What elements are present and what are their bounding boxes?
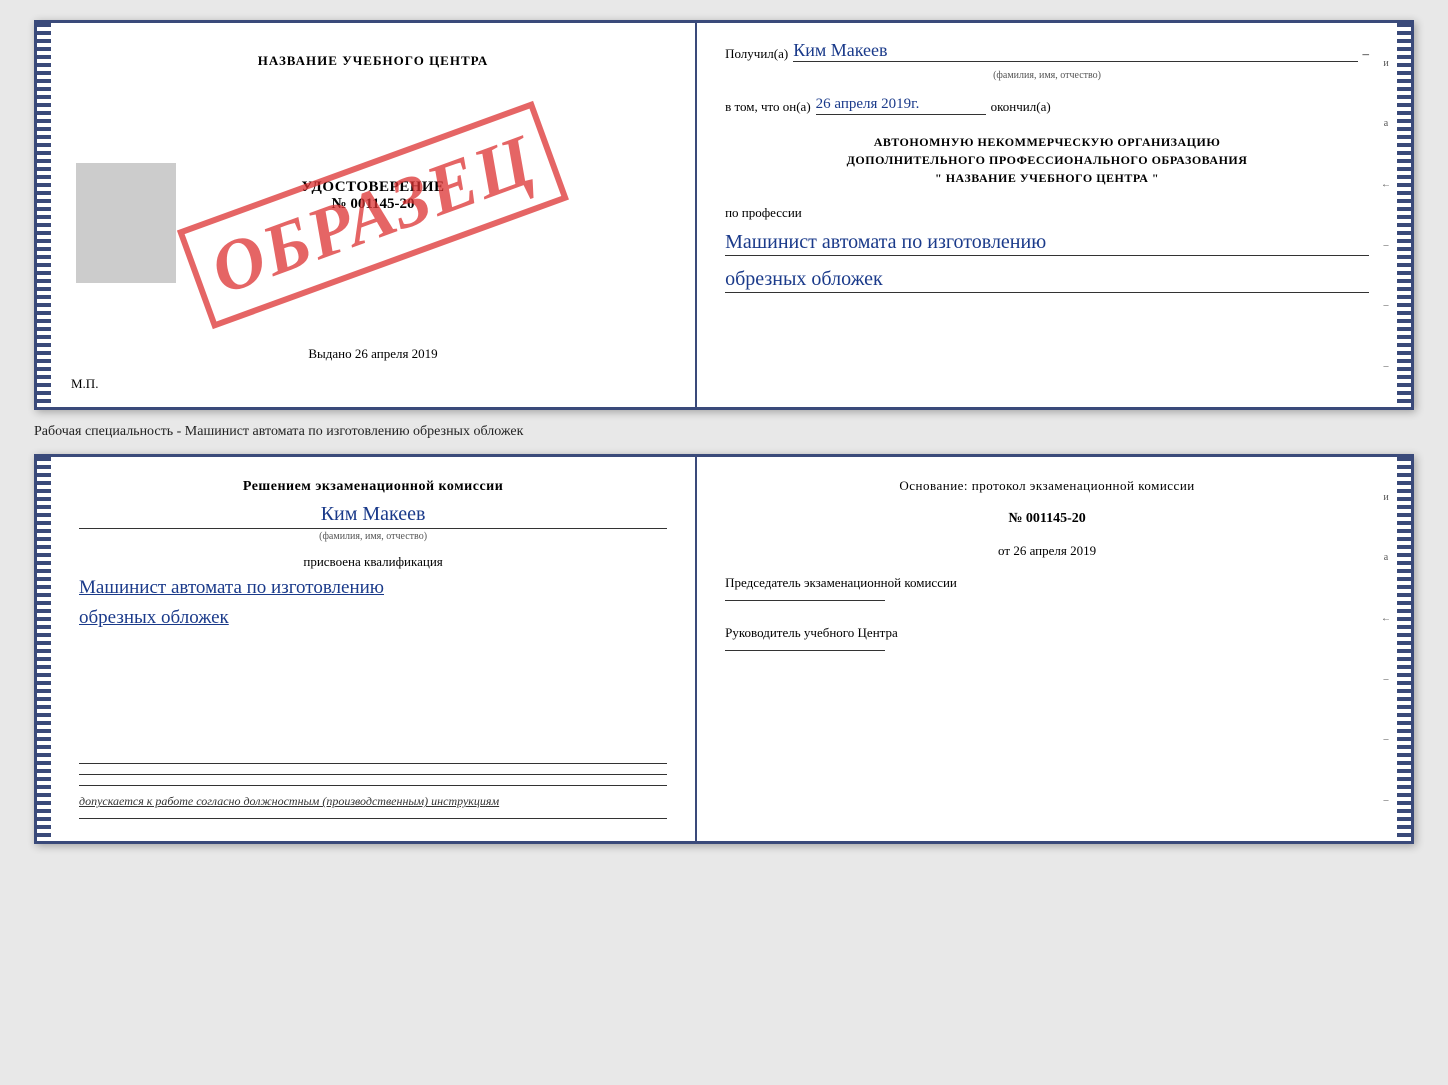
org-line2: ДОПОЛНИТЕЛЬНОГО ПРОФЕССИОНАЛЬНОГО ОБРАЗО… xyxy=(725,151,1369,169)
br-edge-6: – xyxy=(1384,795,1389,806)
dash1: – xyxy=(1363,46,1370,62)
bl-dopusk: допускается к работе согласно должностны… xyxy=(79,794,667,810)
bl-name: Ким Макеев xyxy=(79,503,667,526)
photo-placeholder xyxy=(76,163,176,283)
edge-char-6: – xyxy=(1384,361,1389,372)
br-basis: Основание: протокол экзаменационной коми… xyxy=(725,477,1369,495)
line2 xyxy=(79,774,667,775)
po-professii-label: по профессии xyxy=(725,205,1369,221)
cert-left-panel: НАЗВАНИЕ УЧЕБНОГО ЦЕНТРА УДОСТОВЕРЕНИЕ №… xyxy=(51,23,697,407)
cert-right-panel: Получил(а) Ким Макеев – (фамилия, имя, о… xyxy=(697,23,1397,407)
bottom-right-panel: Основание: протокол экзаменационной коми… xyxy=(697,457,1397,841)
vudano-label: Выдано xyxy=(308,346,351,361)
top-certificate: НАЗВАНИЕ УЧЕБНОГО ЦЕНТРА УДОСТОВЕРЕНИЕ №… xyxy=(34,20,1414,410)
ot-date: 26 апреля 2019 xyxy=(1013,543,1096,558)
line1 xyxy=(79,763,667,764)
ot-label: от xyxy=(998,543,1010,558)
vudano-date: 26 апреля 2019 xyxy=(355,346,438,361)
cert-vudano: Выдано 26 апреля 2019 xyxy=(308,346,437,362)
bottom-right-border-pattern xyxy=(1397,457,1411,841)
right-border-pattern xyxy=(1397,23,1411,407)
bottom-right-edge: и а ← – – – xyxy=(1375,457,1397,841)
bottom-left-border xyxy=(37,457,51,841)
org-line1: АВТОНОМНУЮ НЕКОММЕРЧЕСКУЮ ОРГАНИЗАЦИЮ xyxy=(725,133,1369,151)
predsedatel-label: Председатель экзаменационной комиссии xyxy=(725,575,1369,592)
bl-qualification1: Машинист автомата по изготовлению xyxy=(79,576,667,601)
cert-school-title: НАЗВАНИЕ УЧЕБНОГО ЦЕНТРА xyxy=(258,53,489,69)
bl-small-lines: допускается к работе согласно должностны… xyxy=(79,761,667,821)
profession-value1: Машинист автомата по изготовлению xyxy=(725,229,1369,256)
middle-specialty-text: Рабочая специальность - Машинист автомат… xyxy=(34,420,1414,444)
okoncil-label: окончил(а) xyxy=(991,99,1051,115)
br-edge-2: а xyxy=(1384,552,1388,563)
vtom-row: в том, что он(а) 26 апреля 2019г. окончи… xyxy=(725,97,1369,115)
edge-char-3: ← xyxy=(1381,179,1391,190)
cert-udostoverenie-label: УДОСТОВЕРЕНИЕ xyxy=(302,179,445,196)
document-container: НАЗВАНИЕ УЧЕБНОГО ЦЕНТРА УДОСТОВЕРЕНИЕ №… xyxy=(34,20,1414,844)
vtom-label: в том, что он(а) xyxy=(725,99,811,115)
bl-title: Решением экзаменационной комиссии xyxy=(79,477,667,497)
bl-name-sub: (фамилия, имя, отчество) xyxy=(79,528,667,542)
edge-char-2: а xyxy=(1384,118,1388,129)
edge-char-4: – xyxy=(1384,240,1389,251)
rukovoditel-sig-line xyxy=(725,650,885,651)
right-edge: и а ← – – – xyxy=(1375,23,1397,407)
cert-number: № 001145-20 xyxy=(332,196,415,213)
br-date: от 26 апреля 2019 xyxy=(725,543,1369,559)
vtom-date: 26 апреля 2019г. xyxy=(816,97,986,115)
cert-mp: М.П. xyxy=(71,376,98,392)
org-line3: " НАЗВАНИЕ УЧЕБНОГО ЦЕНТРА " xyxy=(725,169,1369,187)
left-border-pattern xyxy=(37,23,51,407)
profession-value2: обрезных обложек xyxy=(725,266,1369,293)
bottom-left-panel: Решением экзаменационной комиссии Ким Ма… xyxy=(51,457,697,841)
bottom-certificate: Решением экзаменационной комиссии Ким Ма… xyxy=(34,454,1414,844)
poluchil-value: Ким Макеев xyxy=(793,41,1357,62)
edge-char-1: и xyxy=(1383,58,1388,69)
org-block: АВТОНОМНУЮ НЕКОММЕРЧЕСКУЮ ОРГАНИЗАЦИЮ ДО… xyxy=(725,133,1369,187)
br-edge-5: – xyxy=(1384,734,1389,745)
predsedatel-sig-line xyxy=(725,600,885,601)
edge-char-5: – xyxy=(1384,300,1389,311)
br-edge-3: ← xyxy=(1381,613,1391,624)
bl-qualification2: обрезных обложек xyxy=(79,606,667,631)
rukovoditel-block: Руководитель учебного Центра xyxy=(725,625,1369,659)
poluchil-sub: (фамилия, имя, отчество) xyxy=(725,70,1369,81)
br-number: № 001145-20 xyxy=(725,511,1369,527)
rukovoditel-label: Руководитель учебного Центра xyxy=(725,625,1369,642)
obrazec-stamp: ОБРАЗЕЦ xyxy=(177,101,569,329)
line4 xyxy=(79,818,667,819)
poluchil-row: Получил(а) Ким Макеев – xyxy=(725,41,1369,62)
br-edge-4: – xyxy=(1384,674,1389,685)
bl-prisvoena: присвоена квалификация xyxy=(79,554,667,570)
predsedatel-block: Председатель экзаменационной комиссии xyxy=(725,575,1369,609)
poluchil-label: Получил(а) xyxy=(725,46,788,62)
br-edge-1: и xyxy=(1383,492,1388,503)
line3 xyxy=(79,785,667,786)
